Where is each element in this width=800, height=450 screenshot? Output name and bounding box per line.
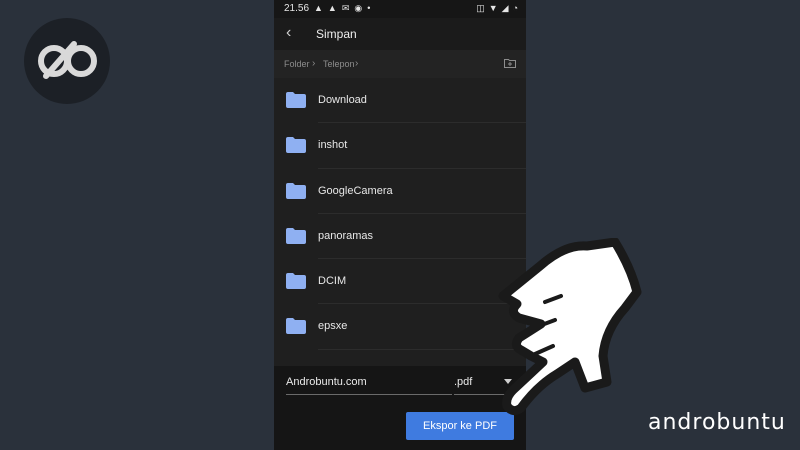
folder-icon [286, 92, 306, 108]
folder-icon [286, 318, 306, 335]
notification-icon: ▲ [314, 3, 323, 13]
dot-icon: • [367, 3, 371, 13]
new-folder-icon[interactable] [504, 58, 516, 68]
list-item[interactable]: Download [274, 78, 526, 124]
breadcrumb-item-folder[interactable]: Folder [284, 59, 310, 69]
phone-screen: 21.56 ▲ ▲ ✉ ◉ • ◫ ▼ ◢ ◔ ‹ Simpan Folder … [274, 0, 526, 450]
list-item[interactable]: DCIM [274, 259, 526, 305]
app-bar: ‹ Simpan [274, 18, 526, 50]
breadcrumb-item-telepon[interactable]: Telepon [323, 59, 355, 69]
status-notification-icons: ▲ ▲ ✉ ◉ • [314, 3, 370, 14]
folder-list: Download inshot GoogleCamera panoramas D… [274, 78, 526, 350]
filename-input[interactable]: Androbuntu.com [286, 376, 452, 395]
folder-name: DCIM [318, 275, 347, 288]
status-system-icons: ◫ ▼ ◢ ◔ [476, 3, 518, 14]
wifi-icon: ▼ [488, 3, 498, 13]
folder-name: panoramas [318, 229, 374, 242]
save-panel: Androbuntu.com .pdf Ekspor ke PDF [274, 366, 526, 450]
androbuntu-logo [24, 18, 110, 104]
page-title: Simpan [316, 27, 357, 41]
status-time: 21.56 [284, 3, 310, 14]
chat-icon: ◉ [354, 3, 363, 13]
mail-icon: ✉ [341, 3, 350, 13]
folder-name: inshot [318, 139, 348, 152]
folder-icon [286, 182, 306, 199]
back-arrow-icon[interactable]: ‹ [286, 24, 291, 42]
list-item[interactable]: GoogleCamera [274, 169, 526, 214]
pointing-hand-icon [498, 238, 642, 416]
chevron-right-icon: › [355, 58, 359, 69]
status-bar: 21.56 ▲ ▲ ✉ ◉ • ◫ ▼ ◢ ◔ [274, 0, 526, 18]
logo-mark-icon [38, 41, 97, 79]
extension-value: .pdf [454, 376, 473, 388]
folder-name: epsxe [318, 320, 348, 333]
list-item[interactable]: panoramas [274, 214, 526, 260]
folder-icon [286, 137, 306, 154]
folder-name: GoogleCamera [318, 184, 393, 197]
battery-icon: ◔ [512, 3, 518, 13]
folder-icon [286, 227, 306, 244]
folder-icon [286, 273, 306, 290]
breadcrumb: Folder › Telepon › [274, 50, 526, 78]
folder-name: Download [318, 94, 367, 106]
signal-icon: ◢ [501, 3, 509, 13]
chevron-right-icon: › [312, 58, 316, 69]
vibrate-icon: ◫ [476, 3, 485, 13]
list-item[interactable]: epsxe [274, 304, 526, 350]
filename-value: Androbuntu.com [286, 376, 367, 388]
list-item[interactable]: inshot [274, 123, 526, 169]
brand-wordmark: androbuntu [648, 410, 786, 435]
notification-icon: ▲ [327, 3, 337, 13]
